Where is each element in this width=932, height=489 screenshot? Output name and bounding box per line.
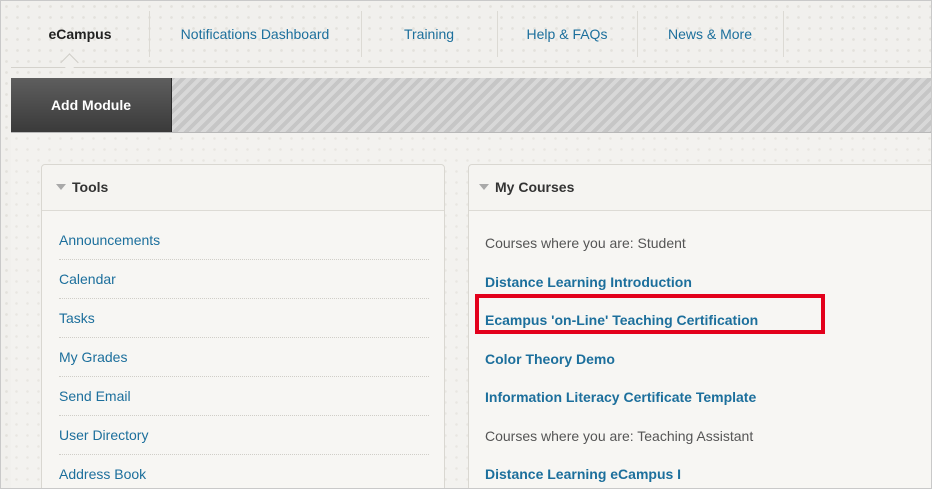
collapse-triangle-icon[interactable] <box>479 184 489 191</box>
tools-module-header[interactable]: Tools <box>42 165 444 211</box>
highlight-annotation-box <box>475 294 825 334</box>
course-link-distance-learning-ecampus-i[interactable]: Distance Learning eCampus I <box>485 455 931 488</box>
tools-link-tasks[interactable]: Tasks <box>59 299 429 338</box>
tab-notifications-dashboard[interactable]: Notifications Dashboard <box>149 11 362 57</box>
top-navigation: eCampus Notifications Dashboard Training… <box>11 11 931 72</box>
course-link-color-theory-demo[interactable]: Color Theory Demo <box>485 340 931 379</box>
ta-role-label: Courses where you are: Teaching Assistan… <box>485 427 754 444</box>
tools-link-announcements[interactable]: Announcements <box>59 221 429 260</box>
tools-list: Announcements Calendar Tasks My Grades S… <box>42 211 444 488</box>
tools-link-send-email[interactable]: Send Email <box>59 377 429 416</box>
courses-list: Courses where you are: Student Distance … <box>469 211 931 488</box>
tools-title: Tools <box>72 179 109 195</box>
tab-ecampus[interactable]: eCampus <box>11 11 150 57</box>
tab-training[interactable]: Training <box>361 11 498 57</box>
module-toolbar: Add Module <box>11 78 931 133</box>
tab-help-faqs[interactable]: Help & FAQs <box>497 11 638 57</box>
tools-link-calendar[interactable]: Calendar <box>59 260 429 299</box>
my-courses-title: My Courses <box>495 179 575 195</box>
tab-news-more[interactable]: News & More <box>637 11 784 57</box>
tools-link-address-book[interactable]: Address Book <box>59 455 429 488</box>
add-module-button[interactable]: Add Module <box>11 78 172 132</box>
tools-link-user-directory[interactable]: User Directory <box>59 416 429 455</box>
tools-module: Tools Announcements Calendar Tasks My Gr… <box>41 164 445 488</box>
collapse-triangle-icon[interactable] <box>56 184 66 191</box>
course-link-information-literacy[interactable]: Information Literacy Certificate Templat… <box>485 378 931 417</box>
student-role-label: Courses where you are: Student <box>485 235 686 251</box>
tools-link-my-grades[interactable]: My Grades <box>59 338 429 377</box>
app-frame: eCampus Notifications Dashboard Training… <box>0 0 932 489</box>
my-courses-module-header[interactable]: My Courses <box>469 165 931 211</box>
